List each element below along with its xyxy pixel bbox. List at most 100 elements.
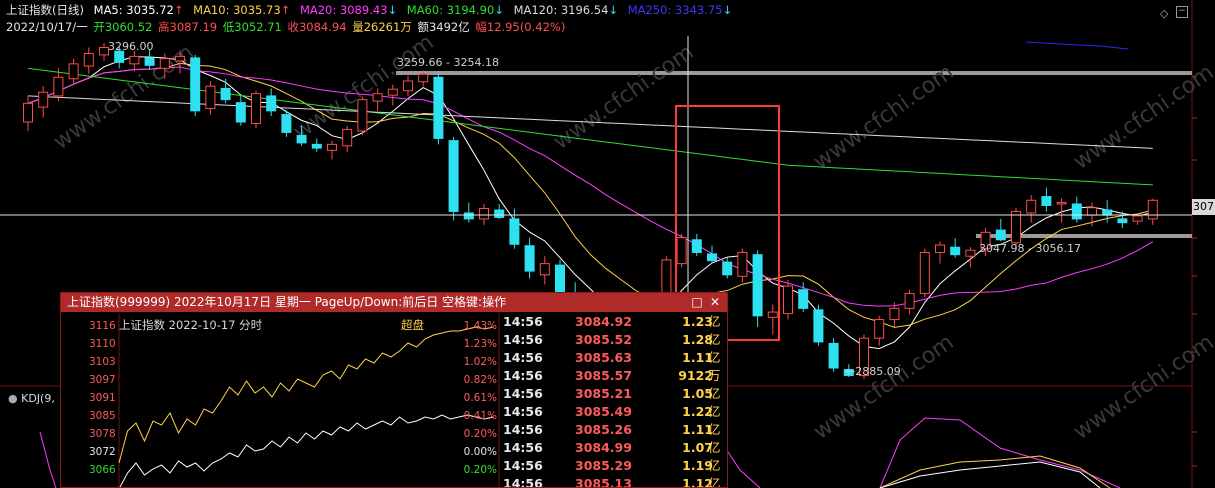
candle-body [722,261,733,276]
trade-row[interactable]: 14:56 3085.57 9122 万 [501,367,727,385]
trade-time: 14:56 [503,458,543,473]
ma10-legend: MA10: 3035.73↑ [193,3,290,17]
trade-row[interactable]: 14:56 3085.13 1.12 亿 [501,475,727,488]
trade-row[interactable]: 14:56 3085.49 1.22 亿 [501,403,727,421]
candle-body [935,244,945,253]
volume-label: 量26261万 [352,20,412,34]
candle-body [281,114,292,133]
popup-title-text: 上证指数(999999) 2022年10月17日 星期一 PageUp/Down… [67,295,507,309]
candle-body [433,76,444,139]
trade-price: 3085.13 [575,476,632,488]
trade-time: 14:56 [503,314,543,329]
trade-unit: 亿 [708,458,721,473]
trade-volume: 1.11 [682,422,713,437]
trade-time: 14:56 [503,332,543,347]
kdj-label-text: KDJ(9, [21,392,55,405]
candle-body [144,57,155,66]
candle-body [767,311,778,318]
candle-body [1041,196,1052,206]
trade-row[interactable]: 14:56 3085.26 1.11 亿 [501,421,727,439]
mini-right-tick: 0.61% [463,392,497,404]
mini-right-tick: 1.43% [463,320,497,332]
trade-row[interactable]: 14:56 3085.52 1.28 亿 [501,331,727,349]
close-icon[interactable]: ✕ [707,293,723,312]
chart-title[interactable]: 上证指数(日线) [6,3,84,17]
trade-time: 14:56 [503,404,543,419]
mini-left-tick: 3116 [89,320,116,332]
candle-body [1056,202,1067,205]
ma5-legend: MA5: 3035.72↑ [94,3,184,17]
trade-price: 3085.49 [575,404,632,419]
candle-body [129,55,140,65]
candle-body [372,93,383,102]
candle-body [539,263,550,276]
mini-right-tick: 1.02% [463,356,497,368]
candle-body [828,342,839,369]
candle-body [387,88,398,96]
ma120-value: MA120: 3196.54 [513,3,609,17]
intraday-popup[interactable]: 上证指数(999999) 2022年10月17日 星期一 PageUp/Down… [60,292,728,488]
popup-titlebar[interactable]: 上证指数(999999) 2022年10月17日 星期一 PageUp/Down… [61,293,727,312]
low-label: 低3052.71 [222,20,282,34]
ma20-arrow: ↓ [387,3,398,17]
candle-body [418,73,429,83]
trade-row[interactable]: 14:56 3084.92 1.23 亿 [501,313,727,331]
candle-body [251,93,261,124]
mini-left-tick: 3103 [89,356,116,368]
trade-price: 3085.26 [575,422,632,437]
candle-body [813,309,824,343]
candle-body [1011,210,1021,244]
trade-price: 3085.57 [575,368,632,383]
candle-body [1117,218,1128,224]
trade-unit: 亿 [708,440,721,455]
candle-body [83,52,94,67]
candle-body [448,140,459,212]
settings-icon[interactable]: ● [8,392,18,405]
trade-row[interactable]: 14:56 3085.29 1.19 亿 [501,457,727,475]
trade-row[interactable]: 14:56 3085.63 1.11 亿 [501,349,727,367]
trade-price: 3085.63 [575,350,632,365]
ma250-legend: MA250: 3343.75↓ [628,3,732,17]
watermark-text: www.cfchi.com [1069,330,1215,445]
candle-body [1102,209,1113,216]
mini-left-tick: 3110 [89,338,116,350]
change-label: 幅12.95(0.42%) [475,20,566,34]
kdj-k-line [879,455,1111,488]
collapse-icon[interactable]: − [1176,6,1188,18]
resistance-range-label: 3259.66 - 3254.18 [397,56,499,69]
trade-row[interactable]: 14:56 3084.99 1.07 亿 [501,439,727,457]
candle-body [220,87,231,101]
trade-time: 14:56 [503,476,543,488]
trade-row[interactable]: 14:56 3085.21 1.05 亿 [501,385,727,403]
mini-right-tick: 0.82% [463,374,497,386]
ma120-arrow: ↓ [608,3,619,17]
trade-time: 14:56 [503,368,543,383]
candle-body [342,128,353,147]
candle-body [175,55,185,62]
ma250-value: MA250: 3343.75 [627,3,723,17]
candle-body [494,209,505,218]
diamond-icon[interactable]: ◇ [1160,7,1168,20]
maximize-icon[interactable]: □ [689,293,705,312]
mini-left-tick: 3091 [89,392,116,404]
trade-unit: 亿 [708,332,721,347]
support-band [976,234,1192,238]
candle-body [23,102,33,123]
trade-volume: 1.05 [682,386,713,401]
trade-volume: 1.23 [682,314,713,329]
mini-left-tick: 3072 [89,446,116,458]
trade-ticker-list[interactable]: 14:56 3084.92 1.23 亿 14:56 3085.52 1.28 亿 14:56 3… [501,313,727,488]
chart-header: 上证指数(日线) MA5: 3035.72↑ MA10: 3035.73↑ MA… [0,0,1215,36]
trade-unit: 亿 [708,422,721,437]
intraday-mini-chart [118,313,500,487]
candle-body [235,102,246,123]
candle-body [904,292,915,309]
candle-body [874,319,885,339]
mini-left-tick: 3078 [89,428,116,440]
candle-body [737,251,748,277]
candle-body [691,239,702,253]
candle-body [1071,203,1082,220]
high-label: 高3087.19 [158,20,218,34]
kdj-indicator-label[interactable]: ● KDJ(9, [8,392,55,405]
candle-body [68,63,79,80]
